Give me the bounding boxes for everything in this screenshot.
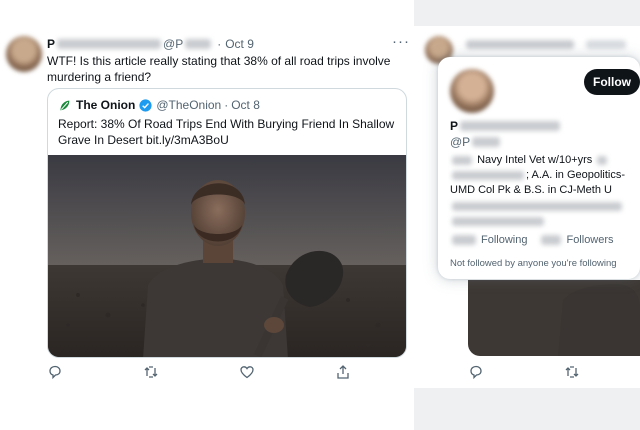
retweet-icon[interactable] <box>143 364 159 380</box>
tweet-text: WTF! Is this article really stating that… <box>47 54 391 84</box>
share-icon[interactable] <box>335 364 351 380</box>
following-count-redacted <box>452 235 476 245</box>
retweet-icon <box>564 364 580 380</box>
hover-card-avatar[interactable] <box>450 69 494 113</box>
verified-badge-icon <box>139 98 152 112</box>
background-name-redacted <box>466 40 574 49</box>
quote-author-handle[interactable]: @TheOnion <box>156 98 221 112</box>
following-link[interactable]: Following <box>481 234 527 246</box>
quoted-tweet[interactable]: The Onion @TheOnion · Oct 8 Report: 38% … <box>47 88 407 358</box>
like-icon[interactable] <box>239 364 255 380</box>
hover-card-handle-redacted <box>472 137 501 147</box>
author-handle-redacted <box>185 39 212 49</box>
followers-count-redacted <box>541 235 562 245</box>
bio-line: ; A.A. in Geopolitics- <box>526 169 626 181</box>
profile-hover-card: Follow P @P Navy Intel Vet w/10+yrs ; A.… <box>438 57 640 279</box>
separator: · <box>217 37 222 51</box>
avatar[interactable] <box>6 36 42 72</box>
quote-media-image[interactable] <box>48 155 406 357</box>
bio-redacted <box>597 155 608 165</box>
bio-redacted <box>452 155 472 165</box>
tweet-header: P @P · Oct 9 <box>47 37 254 51</box>
onion-logo-icon <box>60 100 70 110</box>
author-name[interactable]: P <box>47 37 55 51</box>
background-meta-redacted <box>586 40 626 49</box>
tweet[interactable]: P @P · Oct 9 ··· WTF! Is this article re… <box>0 0 414 430</box>
bio-redacted <box>452 170 524 180</box>
more-options-icon[interactable]: ··· <box>392 33 410 50</box>
separator: · <box>224 98 229 112</box>
man-with-shovel-photo <box>48 155 406 357</box>
follow-button[interactable]: Follow <box>584 69 640 95</box>
background-tweet-actions <box>468 364 628 384</box>
quote-header: The Onion @TheOnion · Oct 8 <box>58 98 260 112</box>
followers-link[interactable]: Followers <box>566 234 613 246</box>
followed-by-note: Not followed by anyone you're following <box>450 258 617 269</box>
quote-text: Report: 38% Of Road Trips End With Buryi… <box>58 117 395 147</box>
background-media-image <box>468 280 640 356</box>
bio-redacted <box>452 216 544 226</box>
author-name-redacted <box>57 39 162 49</box>
hover-card-handle[interactable]: @P <box>450 135 502 149</box>
quote-date[interactable]: Oct 8 <box>231 98 260 112</box>
bio-redacted <box>452 201 622 211</box>
hover-card-handle-prefix: @P <box>450 135 471 149</box>
hover-card-name-redacted <box>460 121 561 131</box>
hover-card-stats: Following Followers <box>450 234 626 246</box>
hover-card-name-initial: P <box>450 119 459 133</box>
bio-line: Navy Intel Vet w/10+yrs <box>477 154 593 166</box>
tweet-actions <box>47 364 357 384</box>
tweet-date[interactable]: Oct 9 <box>225 37 254 51</box>
hover-card-name[interactable]: P <box>450 119 562 133</box>
reply-icon[interactable] <box>47 364 63 380</box>
author-handle[interactable]: @P <box>163 37 183 51</box>
hover-card-bio: Navy Intel Vet w/10+yrs ; A.A. in Geopol… <box>450 153 636 229</box>
reply-icon <box>468 364 484 380</box>
quote-author-name[interactable]: The Onion <box>76 98 135 112</box>
bio-line: UMD Col Pk & B.S. in CJ-Meth U <box>450 184 612 196</box>
